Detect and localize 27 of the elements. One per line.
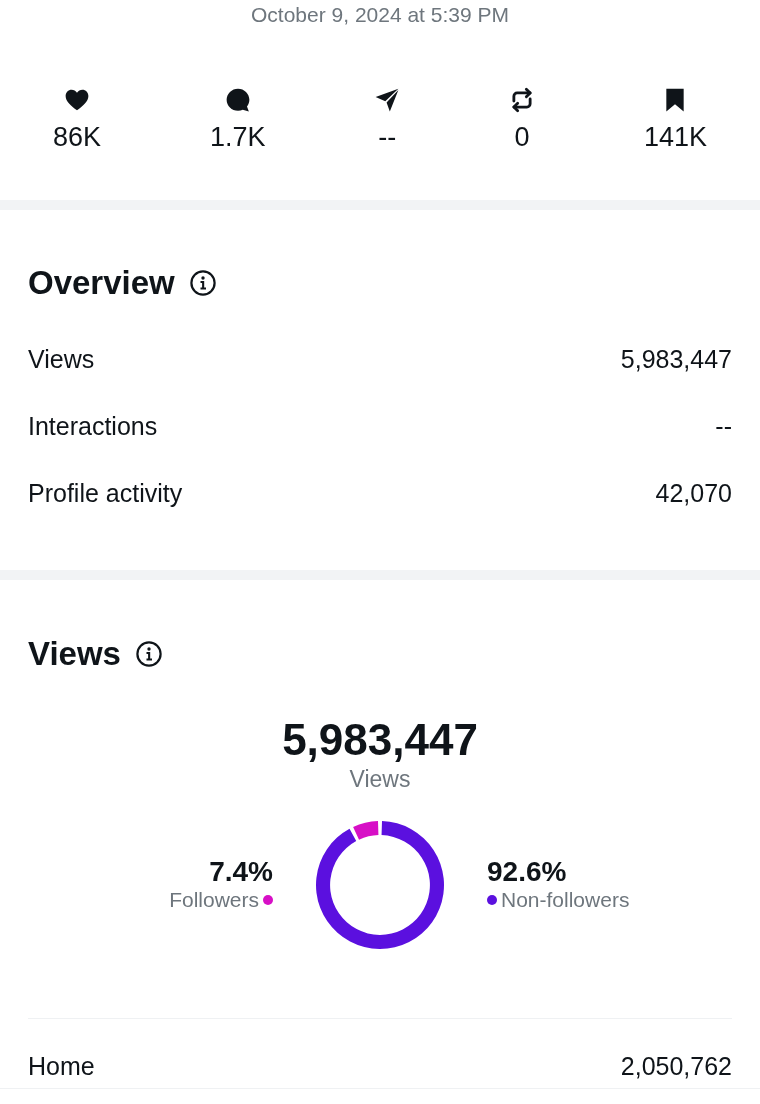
metric-value: 2,050,762	[620, 1052, 732, 1081]
paper-plane-icon	[374, 87, 401, 113]
legend-label: Followers	[169, 887, 259, 913]
legend-percent: 7.4%	[209, 857, 273, 887]
stat-count: 141K	[643, 122, 707, 152]
metric-value: 5,983,447	[620, 345, 732, 374]
stat-count: 1.7K	[209, 122, 266, 152]
stat-count: 86K	[53, 122, 102, 152]
metric-label: Profile activity	[28, 479, 183, 508]
post-timestamp: October 9, 2024 at 5:39 PM	[251, 3, 509, 27]
info-icon[interactable]	[135, 641, 162, 667]
section-title: Overview	[28, 263, 175, 303]
views-total: 5,983,447	[282, 715, 478, 765]
metric-label: Interactions	[28, 412, 158, 441]
views-label: Views	[349, 765, 411, 793]
legend-percent: 92.6%	[487, 857, 567, 887]
section-title: Views	[28, 634, 121, 674]
legend-label: Non-followers	[501, 887, 630, 913]
stat-count: 0	[514, 122, 530, 152]
metric-label: Home	[28, 1052, 95, 1081]
info-icon[interactable]	[189, 270, 216, 296]
metric-label: Views	[28, 345, 95, 374]
metric-value: --	[715, 412, 732, 441]
stat-count: --	[378, 122, 397, 152]
heart-icon	[64, 87, 90, 113]
metric-value: 42,070	[655, 479, 732, 508]
speech-bubble-icon	[224, 87, 251, 113]
